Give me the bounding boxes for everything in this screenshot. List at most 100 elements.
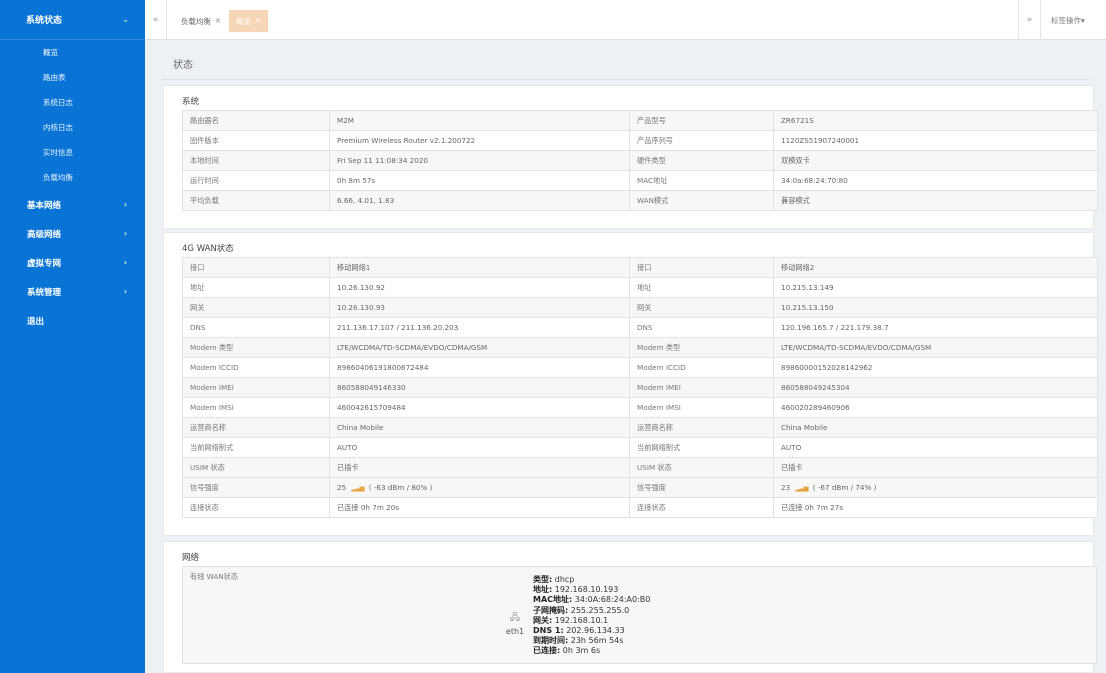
table-row: 本地时间 Fri Sep 11 11:08:34 2020 硬件类型 双模双卡 (182, 150, 1098, 171)
sidebar: 系统状态 ⌄ 概览 路由表 系统日志 内核日志 实时信息 负载均衡 基本网络 ›… (0, 0, 145, 673)
double-chevron-right-icon[interactable]: » (1018, 0, 1040, 40)
sidebar-item-label: 高级网络 (27, 229, 62, 240)
table-cell-value: 25 ▂▃▅ ( -63 dBm / 80% ) (329, 477, 630, 498)
chevron-down-icon: ⌄ (122, 15, 129, 24)
table-cell-value: 460020289460906 (773, 397, 1098, 418)
close-icon[interactable]: ✕ (215, 17, 221, 25)
tab-operations-menu[interactable]: 标签操作 ▾ (1040, 0, 1106, 40)
table-cell-value: 860588049146330 (329, 377, 630, 398)
detail-line: 子网掩码: 255.255.255.0 (533, 606, 650, 616)
signal-detail: ( -67 dBm / 74% ) (812, 483, 877, 492)
table-row: Modem IMSI 460042615709484 Modem IMSI 46002… (182, 397, 1098, 418)
sidebar-item-system-status[interactable]: 系统状态 ⌄ (0, 0, 145, 40)
table-row: 路由器名 M2M 产品型号 ZR6721S (182, 110, 1098, 131)
signal-bars-icon: ▂▃▅ (351, 484, 364, 492)
table-row: 固件版本 Premium Wireless Router v2.1.200722 产… (182, 130, 1098, 151)
table-cell-key: 地址 (629, 277, 774, 298)
table-cell-key: 信号强度 (182, 477, 330, 498)
table-cell-value: 已插卡 (329, 457, 630, 478)
tab-operations-label: 标签操作 (1051, 15, 1081, 25)
detail-line: 网关: 192.168.10.1 (533, 616, 650, 626)
sidebar-item-advanced-network[interactable]: 高级网络 › (0, 219, 145, 248)
table-cell-value: AUTO (773, 437, 1098, 458)
table-cell-key: 连接状态 (629, 497, 774, 518)
table-cell-key: 接口 (629, 257, 774, 278)
sidebar-subitem-overview[interactable]: 概览 (0, 40, 145, 65)
table-cell-value: 10.215.13.150 (773, 297, 1098, 318)
table-cell-key: 连接状态 (182, 497, 330, 518)
wan4g-card: 4G WAN状态 接口 移动网络1 接口 移动网络2 地址 10.26.130.92 地址 1… (163, 232, 1098, 536)
detail-line: 到期时间: 23h 56m 54s (533, 636, 650, 646)
table-cell-key: DNS (629, 317, 774, 338)
sidebar-subitem-system-log[interactable]: 系统日志 (0, 90, 145, 115)
table-cell-value: 已连接 0h 7m 27s (773, 497, 1098, 518)
close-icon[interactable]: ✕ (255, 17, 261, 25)
chevron-right-icon: › (123, 229, 127, 238)
sidebar-item-system-management[interactable]: 系统管理 › (0, 277, 145, 306)
table-cell-value: 23 ▂▃▅ ( -67 dBm / 74% ) (773, 477, 1098, 498)
table-cell-key: Modem 类型 (629, 337, 774, 358)
table-cell-value: LTE/WCDMA/TD-SCDMA/EVDO/CDMA/GSM (329, 337, 630, 358)
table-cell-value: 211.136.17.107 / 211.136.20.203 (329, 317, 630, 338)
table-cell-key: 产品序列号 (629, 130, 774, 151)
tab-label: 概览 (236, 16, 251, 26)
tab-label: 负载均衡 (181, 16, 211, 26)
table-cell-key: 网关 (629, 297, 774, 318)
sidebar-subitem-kernel-log[interactable]: 内核日志 (0, 115, 145, 140)
table-cell-value: ZR6721S (773, 110, 1098, 131)
main-content: 状态 系统 路由器名 M2M 产品型号 ZR6721S 固件版本 Premium Wire… (145, 41, 1106, 673)
sidebar-item-label: 基本网络 (27, 200, 62, 211)
table-row: 信号强度 25 ▂▃▅ ( -63 dBm / 80% ) 信号强度 23 ▂▃… (182, 477, 1098, 498)
table-cell-key: 平均负载 (182, 190, 330, 211)
system-card: 系统 路由器名 M2M 产品型号 ZR6721S 固件版本 Premium Wireles… (163, 85, 1098, 229)
table-cell-key: Modem IMSI (629, 397, 774, 418)
interface-indicator: 🖧 eth1 (505, 610, 525, 636)
wired-wan-status-box: 有线 WAN状态 🖧 eth1 类型: dhcp 地址: 192.168.10.1… (182, 566, 1097, 664)
table-cell-value: M2M (329, 110, 630, 131)
sidebar-item-logout[interactable]: 退出 (0, 306, 145, 335)
table-cell-value: 860588049245304 (773, 377, 1098, 398)
table-cell-key: 网关 (182, 297, 330, 318)
table-cell-value: 移动网络2 (773, 257, 1098, 278)
table-cell-value: 10.215.13.149 (773, 277, 1098, 298)
sidebar-item-basic-network[interactable]: 基本网络 › (0, 190, 145, 219)
wan4g-table: 接口 移动网络1 接口 移动网络2 地址 10.26.130.92 地址 10.215.13.… (182, 257, 1098, 518)
table-cell-value: 89860000152028142962 (773, 357, 1098, 378)
detail-key: 已连接: (533, 646, 561, 656)
table-cell-value: 10.26.130.93 (329, 297, 630, 318)
detail-value: 192.168.10.193 (552, 585, 619, 595)
table-cell-key: 硬件类型 (629, 150, 774, 171)
table-cell-value: 460042615709484 (329, 397, 630, 418)
table-cell-value: 双模双卡 (773, 150, 1098, 171)
interface-name: eth1 (505, 627, 525, 636)
sidebar-subitem-route-table[interactable]: 路由表 (0, 65, 145, 90)
chevron-right-icon: › (123, 200, 127, 209)
detail-key: 网关: (533, 615, 553, 625)
system-table: 路由器名 M2M 产品型号 ZR6721S 固件版本 Premium Wireless R… (182, 110, 1098, 211)
table-row: 运行时间 0h 8m 57s MAC地址 34:0a:68:24:70:80 (182, 170, 1098, 191)
table-row: Modem ICCID 89860406191800672484 Modem ICC… (182, 357, 1098, 378)
sidebar-subitem-realtime-info[interactable]: 实时信息 (0, 140, 145, 165)
table-cell-value: 0h 8m 57s (329, 170, 630, 191)
table-row: 当前网络制式 AUTO 当前网络制式 AUTO (182, 437, 1098, 458)
table-cell-value: 已连接 0h 7m 20s (329, 497, 630, 518)
double-chevron-left-icon[interactable]: « (145, 0, 167, 40)
page-title: 状态 (173, 60, 193, 71)
sidebar-item-vpn[interactable]: 虚拟专网 › (0, 248, 145, 277)
signal-detail: ( -63 dBm / 80% ) (368, 483, 433, 492)
table-row: Modem 类型 LTE/WCDMA/TD-SCDMA/EVDO/CDMA/GSM… (182, 337, 1098, 358)
detail-key: MAC地址: (533, 595, 573, 605)
table-cell-value: LTE/WCDMA/TD-SCDMA/EVDO/CDMA/GSM (773, 337, 1098, 358)
table-cell-key: Modem IMEI (629, 377, 774, 398)
detail-value: dhcp (552, 575, 575, 584)
table-cell-key: 路由器名 (182, 110, 330, 131)
tab-overview[interactable]: 概览 ✕ (229, 10, 268, 32)
sidebar-subitem-load-balance[interactable]: 负载均衡 (0, 165, 145, 190)
detail-value: 202.96.134.33 (563, 626, 625, 636)
detail-value: 23h 56m 54s (568, 636, 624, 646)
card-title: 网络 (182, 553, 200, 563)
tab-load-balance[interactable]: 负载均衡 ✕ (174, 10, 228, 32)
table-cell-key: Modem IMSI (182, 397, 330, 418)
table-cell-key: 产品型号 (629, 110, 774, 131)
table-row: 地址 10.26.130.92 地址 10.215.13.149 (182, 277, 1098, 298)
